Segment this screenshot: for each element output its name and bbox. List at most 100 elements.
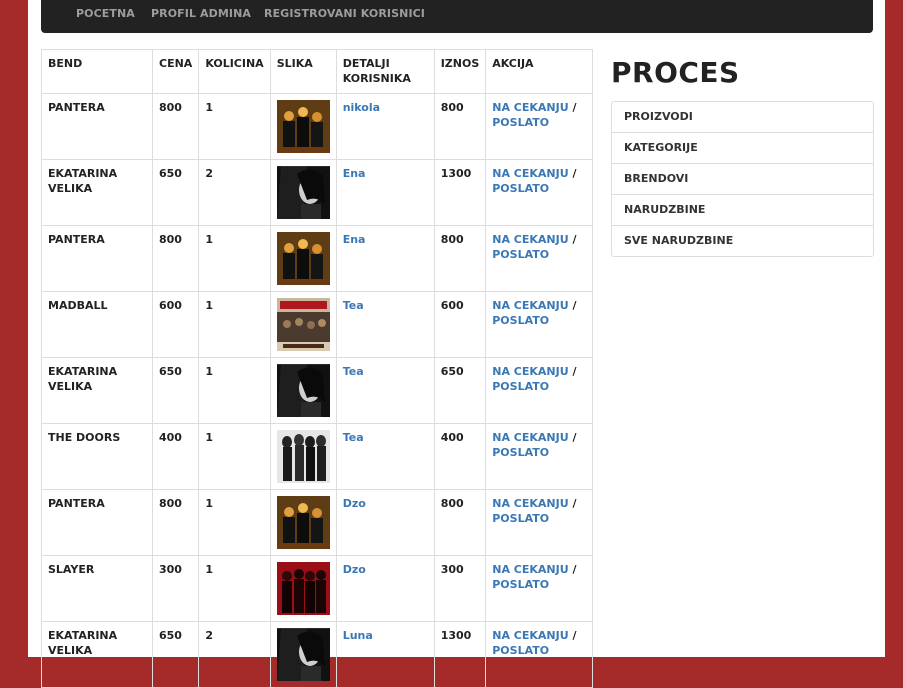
cell-cena: 800: [151, 225, 200, 292]
na-cekanju-link[interactable]: NA CEKANJU: [492, 167, 568, 180]
page-container: POCETNA PROFIL ADMINA REGISTROVANI KORIS…: [28, 0, 885, 688]
nav-link-registrovani-korisnici[interactable]: REGISTROVANI KORISNICI: [264, 7, 425, 20]
poslato-link[interactable]: POSLATO: [492, 248, 549, 261]
cell-akcija: NA CEKANJU / POSLATO: [485, 621, 594, 688]
cell-cena: 600: [151, 291, 200, 358]
poslato-link[interactable]: POSLATO: [492, 182, 549, 195]
cell-slika: [269, 621, 337, 688]
na-cekanju-link[interactable]: NA CEKANJU: [492, 299, 568, 312]
pantera-thumbnail: [276, 232, 330, 285]
user-link[interactable]: Dzo: [343, 497, 366, 510]
cell-akcija: NA CEKANJU / POSLATO: [485, 225, 594, 292]
sidebar-item-sve-narudzbine[interactable]: SVE NARUDZBINE: [612, 226, 873, 256]
poslato-link[interactable]: POSLATO: [492, 314, 549, 327]
column-header-akcija: AKCIJA: [485, 49, 594, 94]
cell-bend: EKATARINA VELIKA: [41, 159, 153, 226]
poslato-link[interactable]: POSLATO: [492, 446, 549, 459]
action-separator: /: [572, 365, 577, 378]
poslato-link[interactable]: POSLATO: [492, 116, 549, 129]
poslato-link[interactable]: POSLATO: [492, 380, 549, 393]
cell-detalji-korisnika: Dzo: [335, 555, 435, 622]
table-row: THE DOORS 400 1 Tea 400 NA CEKANJU / POSLATO: [41, 423, 594, 490]
na-cekanju-link[interactable]: NA CEKANJU: [492, 563, 568, 576]
action-separator: /: [572, 431, 577, 444]
na-cekanju-link[interactable]: NA CEKANJU: [492, 431, 568, 444]
cell-iznos: 400: [433, 423, 487, 490]
cell-kolicina: 1: [198, 291, 271, 358]
cell-cena: 800: [151, 93, 200, 160]
cell-slika: [269, 93, 337, 160]
pantera-thumbnail: [276, 100, 330, 153]
user-link[interactable]: Tea: [343, 365, 364, 378]
top-navbar: POCETNA PROFIL ADMINA REGISTROVANI KORIS…: [41, 0, 873, 33]
nav-link-pocetna[interactable]: POCETNA: [76, 7, 135, 20]
column-header-kolicina: KOLICINA: [198, 49, 271, 94]
cell-cena: 400: [151, 423, 200, 490]
sidebar-item-narudzbine[interactable]: NARUDZBINE: [612, 195, 873, 226]
cell-slika: [269, 357, 337, 424]
cell-akcija: NA CEKANJU / POSLATO: [485, 489, 594, 556]
cell-bend: EKATARINA VELIKA: [41, 621, 153, 688]
cell-slika: [269, 423, 337, 490]
cell-cena: 650: [151, 357, 200, 424]
sidebar-item-brendovi[interactable]: BRENDOVI: [612, 164, 873, 195]
cell-detalji-korisnika: Ena: [335, 159, 435, 226]
user-link[interactable]: nikola: [343, 101, 380, 114]
cell-cena: 300: [151, 555, 200, 622]
sidebar-title: PROCES: [611, 56, 740, 89]
cell-kolicina: 1: [198, 93, 271, 160]
poslato-link[interactable]: POSLATO: [492, 644, 549, 657]
cell-detalji-korisnika: Luna: [335, 621, 435, 688]
user-link[interactable]: Dzo: [343, 563, 366, 576]
slayer-thumbnail: [276, 562, 330, 615]
table-row: PANTERA 800 1 Ena 800 NA CEKANJU / POSLATO: [41, 225, 594, 292]
na-cekanju-link[interactable]: NA CEKANJU: [492, 497, 568, 510]
user-link[interactable]: Tea: [343, 431, 364, 444]
table-row: EKATARINA VELIKA 650 1 Tea 650 NA CEKANJU / PO…: [41, 357, 594, 424]
cell-akcija: NA CEKANJU / POSLATO: [485, 357, 594, 424]
cell-akcija: NA CEKANJU / POSLATO: [485, 423, 594, 490]
nav-link-profil-admina[interactable]: PROFIL ADMINA: [151, 7, 251, 20]
cell-slika: [269, 291, 337, 358]
user-link[interactable]: Ena: [343, 233, 366, 246]
action-separator: /: [572, 563, 577, 576]
cell-iznos: 800: [433, 225, 487, 292]
cell-akcija: NA CEKANJU / POSLATO: [485, 555, 594, 622]
cell-kolicina: 1: [198, 225, 271, 292]
cell-iznos: 1300: [433, 621, 487, 688]
cell-cena: 800: [151, 489, 200, 556]
cell-kolicina: 2: [198, 159, 271, 226]
action-separator: /: [572, 233, 577, 246]
cell-cena: 650: [151, 159, 200, 226]
cell-iznos: 800: [433, 93, 487, 160]
action-separator: /: [572, 299, 577, 312]
cell-bend: PANTERA: [41, 225, 153, 292]
na-cekanju-link[interactable]: NA CEKANJU: [492, 629, 568, 642]
cell-slika: [269, 225, 337, 292]
cell-akcija: NA CEKANJU / POSLATO: [485, 93, 594, 160]
poslato-link[interactable]: POSLATO: [492, 512, 549, 525]
user-link[interactable]: Tea: [343, 299, 364, 312]
cell-bend: SLAYER: [41, 555, 153, 622]
user-link[interactable]: Luna: [343, 629, 373, 642]
table-row: MADBALL 600 1 Tea 600 NA CEKANJU / POSLATO: [41, 291, 594, 358]
cell-slika: [269, 159, 337, 226]
cell-detalji-korisnika: Tea: [335, 291, 435, 358]
cell-slika: [269, 489, 337, 556]
cell-akcija: NA CEKANJU / POSLATO: [485, 291, 594, 358]
cell-iznos: 1300: [433, 159, 487, 226]
sidebar-item-proizvodi[interactable]: PROIZVODI: [612, 102, 873, 133]
cell-cena: 650: [151, 621, 200, 688]
column-header-cena: CENA: [151, 49, 200, 94]
sidebar-item-kategorije[interactable]: KATEGORIJE: [612, 133, 873, 164]
action-separator: /: [572, 101, 577, 114]
na-cekanju-link[interactable]: NA CEKANJU: [492, 101, 568, 114]
user-link[interactable]: Ena: [343, 167, 366, 180]
cell-kolicina: 1: [198, 555, 271, 622]
na-cekanju-link[interactable]: NA CEKANJU: [492, 233, 568, 246]
ekatarina-velika-thumbnail: [276, 166, 330, 219]
poslato-link[interactable]: POSLATO: [492, 578, 549, 591]
na-cekanju-link[interactable]: NA CEKANJU: [492, 365, 568, 378]
table-row: PANTERA 800 1 Dzo 800 NA CEKANJU / POSLATO: [41, 489, 594, 556]
cell-detalji-korisnika: nikola: [335, 93, 435, 160]
